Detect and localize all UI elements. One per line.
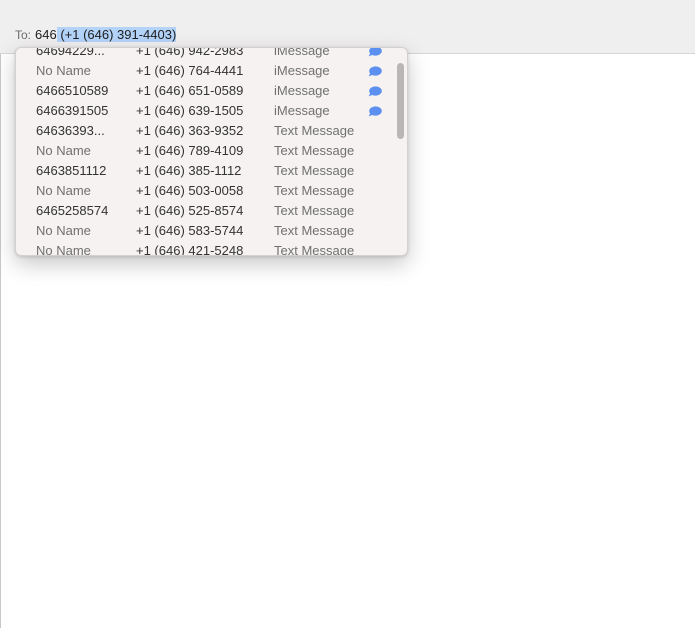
messages-window: To: 646 (+1 (646) 391-4403) 64694229... +… <box>0 0 695 628</box>
contact-name: No Name <box>36 63 91 78</box>
service-label: Text Message <box>274 203 355 218</box>
suggestion-row[interactable]: 6463851112 +1 (646) 385-1112 Text Message <box>16 161 407 181</box>
service-label: iMessage <box>274 83 330 98</box>
suggestion-row[interactable]: No Name +1 (646) 421-5248 Text Message <box>16 241 407 256</box>
service-label: iMessage <box>274 63 330 78</box>
suggestion-row[interactable]: 6466391505 +1 (646) 639-1505 iMessage <box>16 101 407 121</box>
imessage-bubble-icon <box>368 48 382 57</box>
suggestion-row[interactable]: No Name +1 (646) 764-4441 iMessage <box>16 61 407 81</box>
contact-name: 64694229... <box>36 47 105 58</box>
recipient-bar: To: 646 (+1 (646) 391-4403) <box>0 0 695 54</box>
service-label: Text Message <box>274 163 355 178</box>
service-label: Text Message <box>274 123 355 138</box>
contact-phone: +1 (646) 385-1112 <box>136 163 242 178</box>
service-label: Text Message <box>274 183 355 198</box>
service-label: Text Message <box>274 143 355 158</box>
suggestion-row[interactable]: 6465258574 +1 (646) 525-8574 Text Message <box>16 201 407 221</box>
contact-name: 6466510589 <box>36 83 109 98</box>
suggestion-row[interactable]: No Name +1 (646) 583-5744 Text Message <box>16 221 407 241</box>
contact-name: No Name <box>36 223 91 238</box>
contact-name: 6465258574 <box>36 203 109 218</box>
contact-phone: +1 (646) 503-0058 <box>136 183 244 198</box>
contact-phone: +1 (646) 525-8574 <box>136 203 244 218</box>
suggestion-row[interactable]: 6466510589 +1 (646) 651-0589 iMessage <box>16 81 407 101</box>
imessage-bubble-icon <box>368 86 382 97</box>
contact-phone: +1 (646) 789-4109 <box>136 143 244 158</box>
contact-phone: +1 (646) 639-1505 <box>136 103 244 118</box>
service-label: iMessage <box>274 47 330 58</box>
contact-name: 6463851112 <box>36 163 107 178</box>
contact-name: No Name <box>36 143 91 158</box>
contact-name: No Name <box>36 183 91 198</box>
autocomplete-suggestion: (+1 (646) 391-4403) <box>56 27 177 42</box>
imessage-bubble-icon <box>368 106 382 117</box>
contact-name: 6466391505 <box>36 103 109 118</box>
contact-name: No Name <box>36 243 91 256</box>
suggestion-row[interactable]: No Name +1 (646) 503-0058 Text Message <box>16 181 407 201</box>
typed-text: 646 <box>35 27 57 42</box>
suggestion-row[interactable]: No Name +1 (646) 789-4109 Text Message <box>16 141 407 161</box>
service-label: Text Message <box>274 243 355 256</box>
contact-phone: +1 (646) 942-2983 <box>136 47 244 58</box>
suggestion-row[interactable]: 64636393... +1 (646) 363-9352 Text Message <box>16 121 407 141</box>
contact-phone: +1 (646) 421-5248 <box>136 243 244 256</box>
imessage-bubble-icon <box>368 66 382 77</box>
suggestion-row[interactable]: 64694229... +1 (646) 942-2983 iMessage <box>16 47 407 61</box>
recipient-input[interactable]: 646 (+1 (646) 391-4403) <box>35 26 177 44</box>
contact-phone: +1 (646) 363-9352 <box>136 123 244 138</box>
window-divider <box>0 54 1 628</box>
contact-name: 64636393... <box>36 123 105 138</box>
service-label: iMessage <box>274 103 330 118</box>
service-label: Text Message <box>274 223 355 238</box>
autocomplete-dropdown[interactable]: 64694229... +1 (646) 942-2983 iMessage No N… <box>15 47 408 256</box>
contact-phone: +1 (646) 651-0589 <box>136 83 244 98</box>
contact-phone: +1 (646) 764-4441 <box>136 63 244 78</box>
suggestion-list: 64694229... +1 (646) 942-2983 iMessage No N… <box>16 47 407 256</box>
dropdown-scrollbar[interactable] <box>397 63 404 139</box>
to-label: To: <box>15 28 32 42</box>
contact-phone: +1 (646) 583-5744 <box>136 223 244 238</box>
